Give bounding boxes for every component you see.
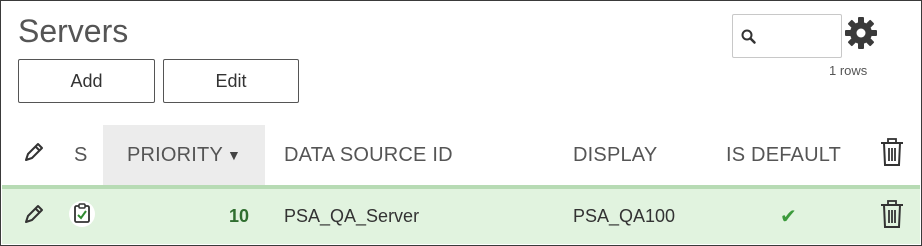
row-status-cell [68, 189, 98, 244]
trash-icon[interactable] [879, 199, 905, 234]
clipboard-check-icon [68, 200, 96, 233]
rows-count: 1 rows [829, 63, 868, 78]
search-icon [741, 29, 759, 52]
priority-header-label: PRIORITY [126, 143, 223, 166]
delete-column-header [879, 125, 909, 185]
row-edit-cell[interactable] [22, 189, 50, 244]
table-row[interactable]: 10 PSA_QA_Server PSA_QA100 ✔ [2, 189, 920, 244]
page-title: Servers [18, 13, 129, 49]
add-button[interactable]: Add [18, 59, 155, 103]
edit-button[interactable]: Edit [163, 59, 299, 103]
data-source-id-cell: PSA_QA_Server [284, 206, 420, 226]
table-header: S PRIORITY ▼ DATA SOURCE ID DISPLAY IS D… [2, 125, 920, 185]
sort-desc-icon: ▼ [227, 147, 242, 163]
column-header-display[interactable]: DISPLAY [573, 125, 703, 185]
column-header-priority[interactable]: PRIORITY ▼ [103, 125, 265, 185]
row-delete-cell[interactable] [879, 189, 909, 244]
search-box[interactable] [732, 14, 842, 58]
edit-column-header [22, 125, 50, 185]
priority-cell: 10 [228, 206, 249, 226]
trash-icon [879, 137, 905, 173]
servers-panel: Servers Add Edit 1 rows S PRIORITY ▼ DAT… [0, 0, 922, 246]
search-input[interactable] [761, 23, 841, 51]
gear-icon[interactable] [843, 15, 879, 56]
display-cell: PSA_QA100 [573, 206, 676, 226]
pencil-icon[interactable] [22, 202, 46, 231]
column-header-s[interactable]: S [74, 125, 94, 185]
column-header-data-source-id[interactable]: DATA SOURCE ID [284, 125, 544, 185]
column-header-is-default[interactable]: IS DEFAULT [726, 125, 866, 185]
is-default-check-icon: ✔ [780, 206, 797, 228]
pencil-icon [22, 140, 46, 170]
